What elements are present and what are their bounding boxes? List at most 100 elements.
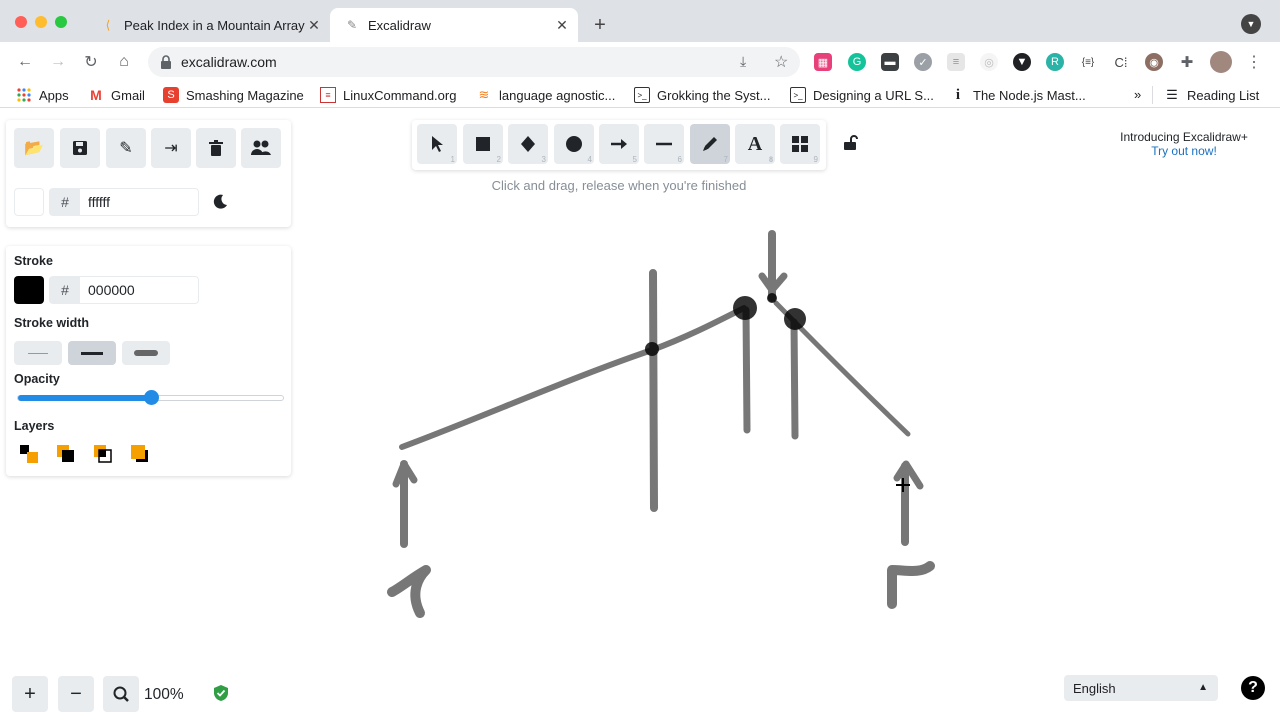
thin-line-icon: [28, 352, 48, 354]
close-tab-icon[interactable]: ✕: [306, 17, 322, 33]
promo-link[interactable]: Try out now!: [1100, 144, 1268, 158]
stroke-middle-vertical: [649, 269, 658, 512]
extension-menu-icon[interactable]: ▬: [881, 53, 899, 71]
close-tab-icon[interactable]: ✕: [554, 17, 570, 33]
reading-list-button[interactable]: ☰ Reading List: [1164, 87, 1259, 103]
export-button[interactable]: ⇥: [151, 128, 191, 168]
canvas-background-swatch[interactable]: [14, 188, 44, 216]
save-button[interactable]: [60, 128, 100, 168]
forward-icon[interactable]: →: [46, 50, 70, 74]
minimize-window-button[interactable]: [35, 16, 47, 28]
tool-arrow[interactable]: 5: [599, 124, 639, 164]
extension-dot-icon[interactable]: ◎: [980, 53, 998, 71]
bookmark-gmail[interactable]: M Gmail: [88, 87, 145, 103]
canvas-background-hex[interactable]: #: [49, 188, 199, 216]
install-icon[interactable]: ⤓: [740, 53, 746, 70]
collaborate-button[interactable]: [241, 128, 281, 168]
shortcut-number: 8: [769, 155, 773, 164]
reload-icon[interactable]: ↻: [79, 50, 103, 74]
extension-sheet-icon[interactable]: ≡: [947, 53, 965, 71]
tab-search-icon[interactable]: ▼: [1241, 14, 1261, 34]
moon-icon[interactable]: [212, 194, 228, 210]
bookmark-smashing[interactable]: S Smashing Magazine: [163, 87, 304, 103]
extension-json-icon[interactable]: {≡}: [1079, 53, 1097, 71]
bookmark-grokking[interactable]: >_ Grokking the Syst...: [634, 87, 770, 103]
language-select[interactable]: English ▲: [1064, 675, 1218, 701]
tool-hint: Click and drag, release when you're fini…: [491, 178, 747, 193]
bookmark-linuxcommand[interactable]: ≡ LinuxCommand.org: [320, 87, 456, 103]
bookmark-star-icon[interactable]: ☆: [774, 52, 788, 72]
help-button[interactable]: ?: [1241, 676, 1265, 700]
tool-library[interactable]: 9: [780, 124, 820, 164]
extension-grammarly-icon[interactable]: G: [848, 53, 866, 71]
stroke-width-extra-bold-button[interactable]: [122, 341, 170, 365]
zoom-in-button[interactable]: +: [12, 676, 48, 712]
address-bar[interactable]: excalidraw.com ⤓ ☆: [148, 47, 800, 77]
extension-c-icon[interactable]: C⁞: [1112, 53, 1130, 71]
opacity-slider[interactable]: [17, 390, 284, 405]
stroke-color-swatch[interactable]: [14, 276, 44, 304]
zoom-out-button[interactable]: −: [58, 676, 94, 712]
bookmark-language-agnostic[interactable]: ≋ language agnostic...: [476, 87, 616, 103]
open-file-button[interactable]: 📂: [14, 128, 54, 168]
gmail-icon: M: [90, 87, 102, 103]
background-hex-input[interactable]: [80, 194, 190, 210]
caret-up-icon: ▲: [1198, 682, 1208, 693]
extension-shield-icon[interactable]: ▼: [1013, 53, 1031, 71]
smashing-icon: S: [163, 87, 179, 103]
profile-avatar[interactable]: [1210, 51, 1232, 73]
unlock-icon[interactable]: [842, 134, 860, 152]
extension-check-icon[interactable]: ✓: [914, 53, 932, 71]
send-backward-icon[interactable]: [54, 442, 78, 466]
bring-to-front-icon[interactable]: [128, 442, 152, 466]
reset-zoom-button[interactable]: [103, 676, 139, 712]
clear-canvas-button[interactable]: [196, 128, 236, 168]
close-window-button[interactable]: [15, 16, 27, 28]
browser-toolbar: ← → ↻ ⌂ excalidraw.com ⤓ ☆ ▦ G ▬ ✓ ≡ ◎ ▼…: [0, 42, 1280, 82]
stroke-hex[interactable]: #: [49, 276, 199, 304]
stroke-width-thin-button[interactable]: [14, 341, 62, 365]
new-tab-button[interactable]: +: [588, 13, 612, 37]
bookmark-apps[interactable]: Apps: [16, 87, 69, 103]
send-to-back-icon[interactable]: [17, 442, 41, 466]
tool-rectangle[interactable]: 2: [463, 124, 503, 164]
browser-menu-icon[interactable]: ⋮: [1242, 50, 1266, 74]
stroke-hex-input[interactable]: [80, 282, 190, 298]
tool-text[interactable]: A 8: [735, 124, 775, 164]
home-icon[interactable]: ⌂: [112, 50, 136, 74]
stroke-width-bold-button[interactable]: [68, 341, 116, 365]
tab-title: Excalidraw: [368, 17, 431, 33]
more-bookmarks-button[interactable]: »: [1134, 87, 1141, 102]
tool-selection[interactable]: 1: [417, 124, 457, 164]
tool-line[interactable]: 6: [644, 124, 684, 164]
maximize-window-button[interactable]: [55, 16, 67, 28]
extension-colorpick-icon[interactable]: ▦: [814, 53, 832, 71]
bookmark-nodejs[interactable]: i The Node.js Mast...: [950, 87, 1086, 103]
library-grid-icon: [792, 136, 808, 152]
tab-title: Peak Index in a Mountain Array: [124, 17, 305, 33]
extension-owl-icon[interactable]: ◉: [1145, 53, 1163, 71]
bookmarks-bar: Apps M Gmail S Smashing Magazine ≡ Linux…: [0, 82, 1280, 108]
extensions-puzzle-icon[interactable]: ✚: [1178, 53, 1196, 71]
bookmark-label: The Node.js Mast...: [973, 87, 1086, 103]
dot-middle: [645, 342, 659, 356]
back-icon[interactable]: ←: [13, 50, 37, 74]
zoom-reset-icon: [113, 686, 129, 702]
tool-ellipse[interactable]: 4: [554, 124, 594, 164]
stroke-letter-r: [887, 561, 935, 609]
document-icon: ≡: [320, 87, 336, 103]
bookmark-label: Smashing Magazine: [186, 87, 304, 103]
tool-diamond[interactable]: 3: [508, 124, 548, 164]
tab-excalidraw[interactable]: ✎ Excalidraw ✕: [330, 8, 578, 42]
encryption-shield-icon[interactable]: [213, 684, 229, 702]
bookmark-designing-url[interactable]: >_ Designing a URL S...: [790, 87, 934, 103]
dot-peak-left: [733, 296, 757, 320]
tab-peak-index[interactable]: ⟨ Peak Index in a Mountain Array ✕: [86, 8, 330, 42]
opacity-slider-thumb[interactable]: [143, 390, 159, 405]
bring-forward-icon[interactable]: [91, 442, 115, 466]
stroke-peak-left-vertical: [742, 306, 751, 434]
extension-r-icon[interactable]: R: [1046, 53, 1064, 71]
save-as-button[interactable]: ✎: [106, 128, 146, 168]
tool-draw[interactable]: 7: [690, 124, 730, 164]
shortcut-number: 9: [813, 155, 818, 164]
